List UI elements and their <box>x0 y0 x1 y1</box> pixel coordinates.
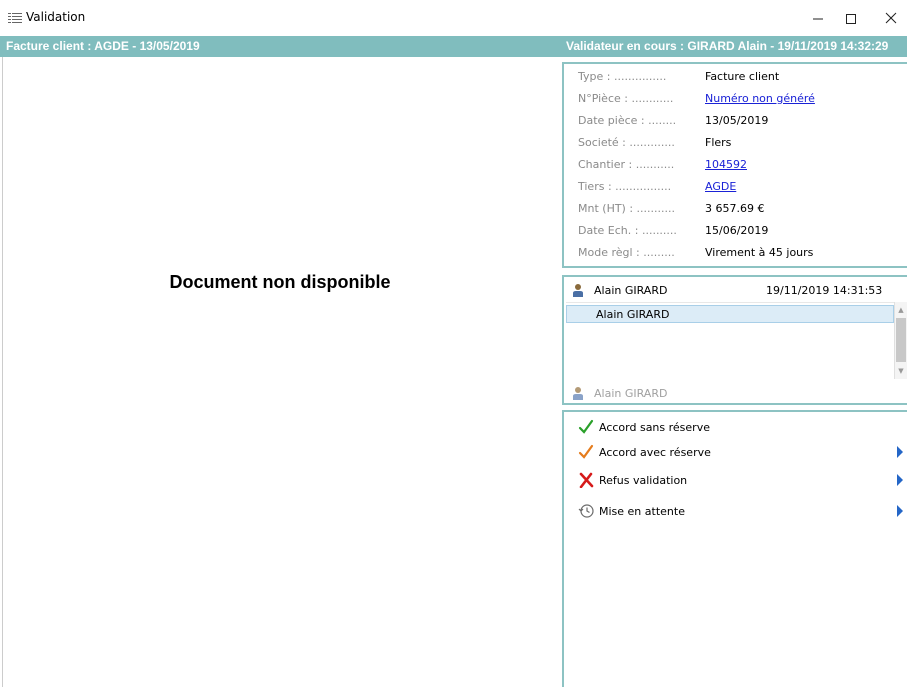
info-label: Type : ............... <box>578 70 667 83</box>
info-value: 3 657.69 € <box>705 202 765 215</box>
info-label: Date Ech. : .......... <box>578 224 677 237</box>
cross-red-icon <box>579 472 594 488</box>
actions-panel: Accord sans réserve Accord avec réserve … <box>562 410 907 687</box>
info-value: 15/06/2019 <box>705 224 769 237</box>
info-label: Date pièce : ........ <box>578 114 677 127</box>
info-value: Virement à 45 jours <box>705 246 814 259</box>
menu-list-icon[interactable] <box>8 12 22 24</box>
list-item[interactable]: Alain GIRARD <box>566 305 894 323</box>
put-on-hold-button[interactable]: Mise en attente <box>578 502 907 524</box>
action-label: Accord avec réserve <box>599 446 711 459</box>
check-green-icon <box>578 419 594 434</box>
title-bar: Validation <box>0 0 907 36</box>
document-unavailable-message: Document non disponible <box>169 272 391 292</box>
accept-with-reserve-button[interactable]: Accord avec réserve <box>578 443 907 465</box>
list-item-label: Alain GIRARD <box>596 308 670 321</box>
info-label: Tiers : ................ <box>578 180 672 193</box>
document-info-panel: Type : ............... Facture client N°… <box>562 62 907 268</box>
viewer-edge <box>2 57 3 687</box>
validator-input-value: Alain GIRARD <box>594 387 668 400</box>
action-label: Accord sans réserve <box>599 421 710 434</box>
info-label: Mnt (HT) : ........... <box>578 202 676 215</box>
info-label: Societé : ............. <box>578 136 675 149</box>
accept-without-reserve-button[interactable]: Accord sans réserve <box>578 418 907 440</box>
person-icon <box>573 387 583 400</box>
validator-date: 19/11/2019 14:31:53 <box>766 284 883 297</box>
piece-number-link[interactable]: Numéro non généré <box>705 92 815 105</box>
third-party-link[interactable]: AGDE <box>705 180 736 193</box>
info-value: 13/05/2019 <box>705 114 769 127</box>
clock-history-icon <box>578 504 594 518</box>
validator-input[interactable]: Alain GIRARD <box>572 385 902 403</box>
document-title: Facture client : AGDE - 13/05/2019 <box>6 39 200 53</box>
validators-panel: Alain GIRARD 19/11/2019 14:31:53 Alain G… <box>562 275 907 405</box>
chevron-right-icon[interactable] <box>895 445 905 459</box>
info-value: Flers <box>705 136 732 149</box>
refuse-validation-button[interactable]: Refus validation <box>578 471 907 493</box>
validator-name: Alain GIRARD <box>594 284 668 297</box>
scroll-up-icon[interactable]: ▲ <box>895 304 907 316</box>
close-icon[interactable] <box>870 0 907 36</box>
info-label: Chantier : ........... <box>578 158 675 171</box>
window-title: Validation <box>26 10 86 24</box>
check-orange-icon <box>578 444 594 459</box>
document-header-bar: Facture client : AGDE - 13/05/2019 Valid… <box>0 36 907 57</box>
validator-list-scrollbar[interactable]: ▲ ▼ <box>894 302 907 379</box>
current-validator-info: Validateur en cours : GIRARD Alain - 19/… <box>566 39 889 53</box>
current-validator-row: Alain GIRARD 19/11/2019 14:31:53 <box>572 282 902 300</box>
site-link[interactable]: 104592 <box>705 158 747 171</box>
scroll-down-icon[interactable]: ▼ <box>895 365 907 377</box>
chevron-right-icon[interactable] <box>895 473 905 487</box>
person-icon <box>573 284 583 297</box>
validator-list[interactable]: Alain GIRARD <box>566 302 894 380</box>
info-value: Facture client <box>705 70 780 83</box>
action-label: Mise en attente <box>599 505 685 518</box>
chevron-right-icon[interactable] <box>895 504 905 518</box>
info-label: N°Pièce : ............ <box>578 92 674 105</box>
info-label: Mode règl : ......... <box>578 246 675 259</box>
maximize-icon[interactable] <box>830 0 870 36</box>
action-label: Refus validation <box>599 474 688 487</box>
document-viewer <box>0 57 560 687</box>
scroll-thumb[interactable] <box>896 318 906 362</box>
